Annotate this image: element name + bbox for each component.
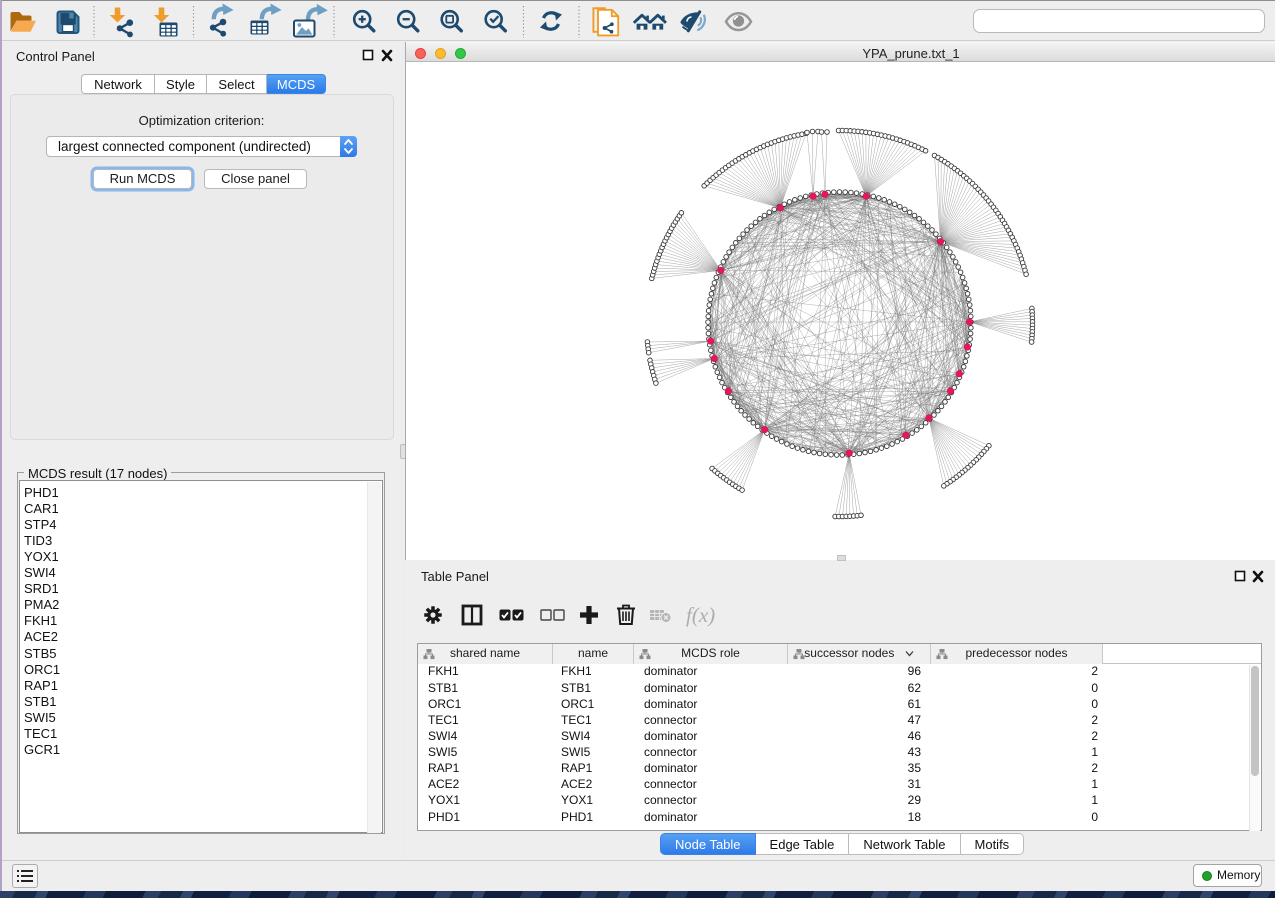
svg-text:f(x): f(x) [686, 603, 715, 627]
